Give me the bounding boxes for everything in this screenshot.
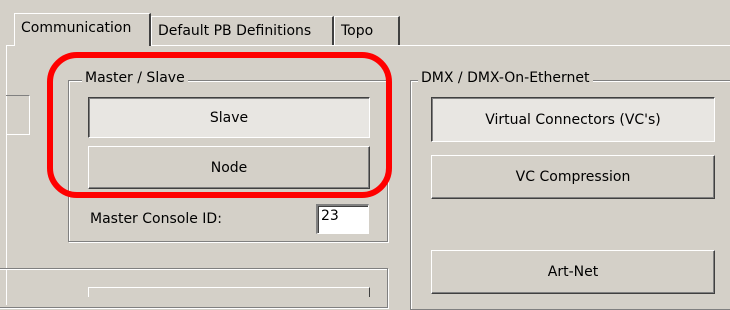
art-net-button[interactable]: Art-Net: [431, 250, 715, 294]
left-partial-control: [6, 95, 30, 135]
master-console-id-value: 23: [321, 208, 339, 224]
tab-default-pb-definitions-label: Default PB Definitions: [158, 23, 312, 39]
vc-compression-button[interactable]: VC Compression: [431, 155, 715, 199]
lower-left-button-edge: [88, 287, 370, 297]
tab-topo-label: Topo: [341, 23, 374, 39]
tab-communication-label: Communication: [21, 20, 132, 36]
slave-button[interactable]: Slave: [88, 97, 370, 138]
virtual-connectors-button[interactable]: Virtual Connectors (VC's): [431, 97, 715, 142]
art-net-label: Art-Net: [547, 264, 599, 280]
tab-default-pb-definitions[interactable]: Default PB Definitions: [151, 16, 334, 46]
node-button-label: Node: [210, 159, 248, 176]
master-console-id-input[interactable]: 23: [316, 204, 369, 234]
slave-button-label: Slave: [209, 109, 249, 126]
master-console-id-label: Master Console ID:: [90, 211, 222, 227]
master-slave-legend: Master / Slave: [82, 70, 188, 86]
virtual-connectors-label: Virtual Connectors (VC's): [485, 111, 661, 128]
dmx-legend: DMX / DMX-On-Ethernet: [418, 70, 593, 86]
tab-communication[interactable]: Communication: [14, 13, 151, 46]
tab-topo[interactable]: Topo: [334, 16, 400, 46]
vc-compression-label: VC Compression: [515, 169, 631, 185]
node-button[interactable]: Node: [88, 146, 370, 189]
